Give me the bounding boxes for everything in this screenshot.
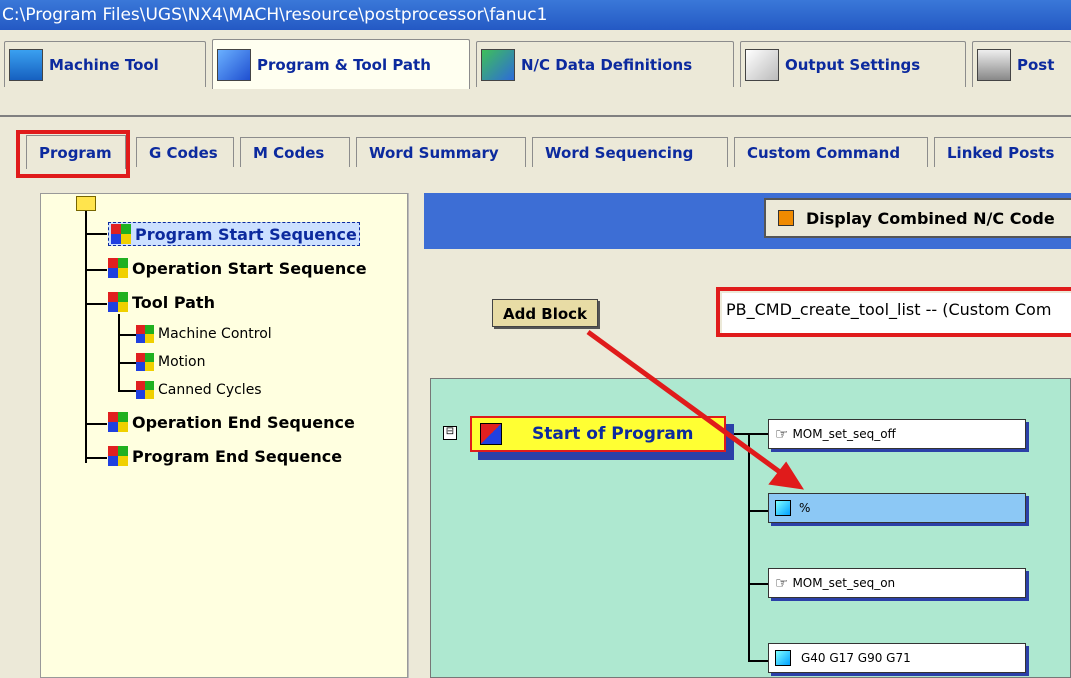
annotation-arrow	[586, 329, 805, 490]
